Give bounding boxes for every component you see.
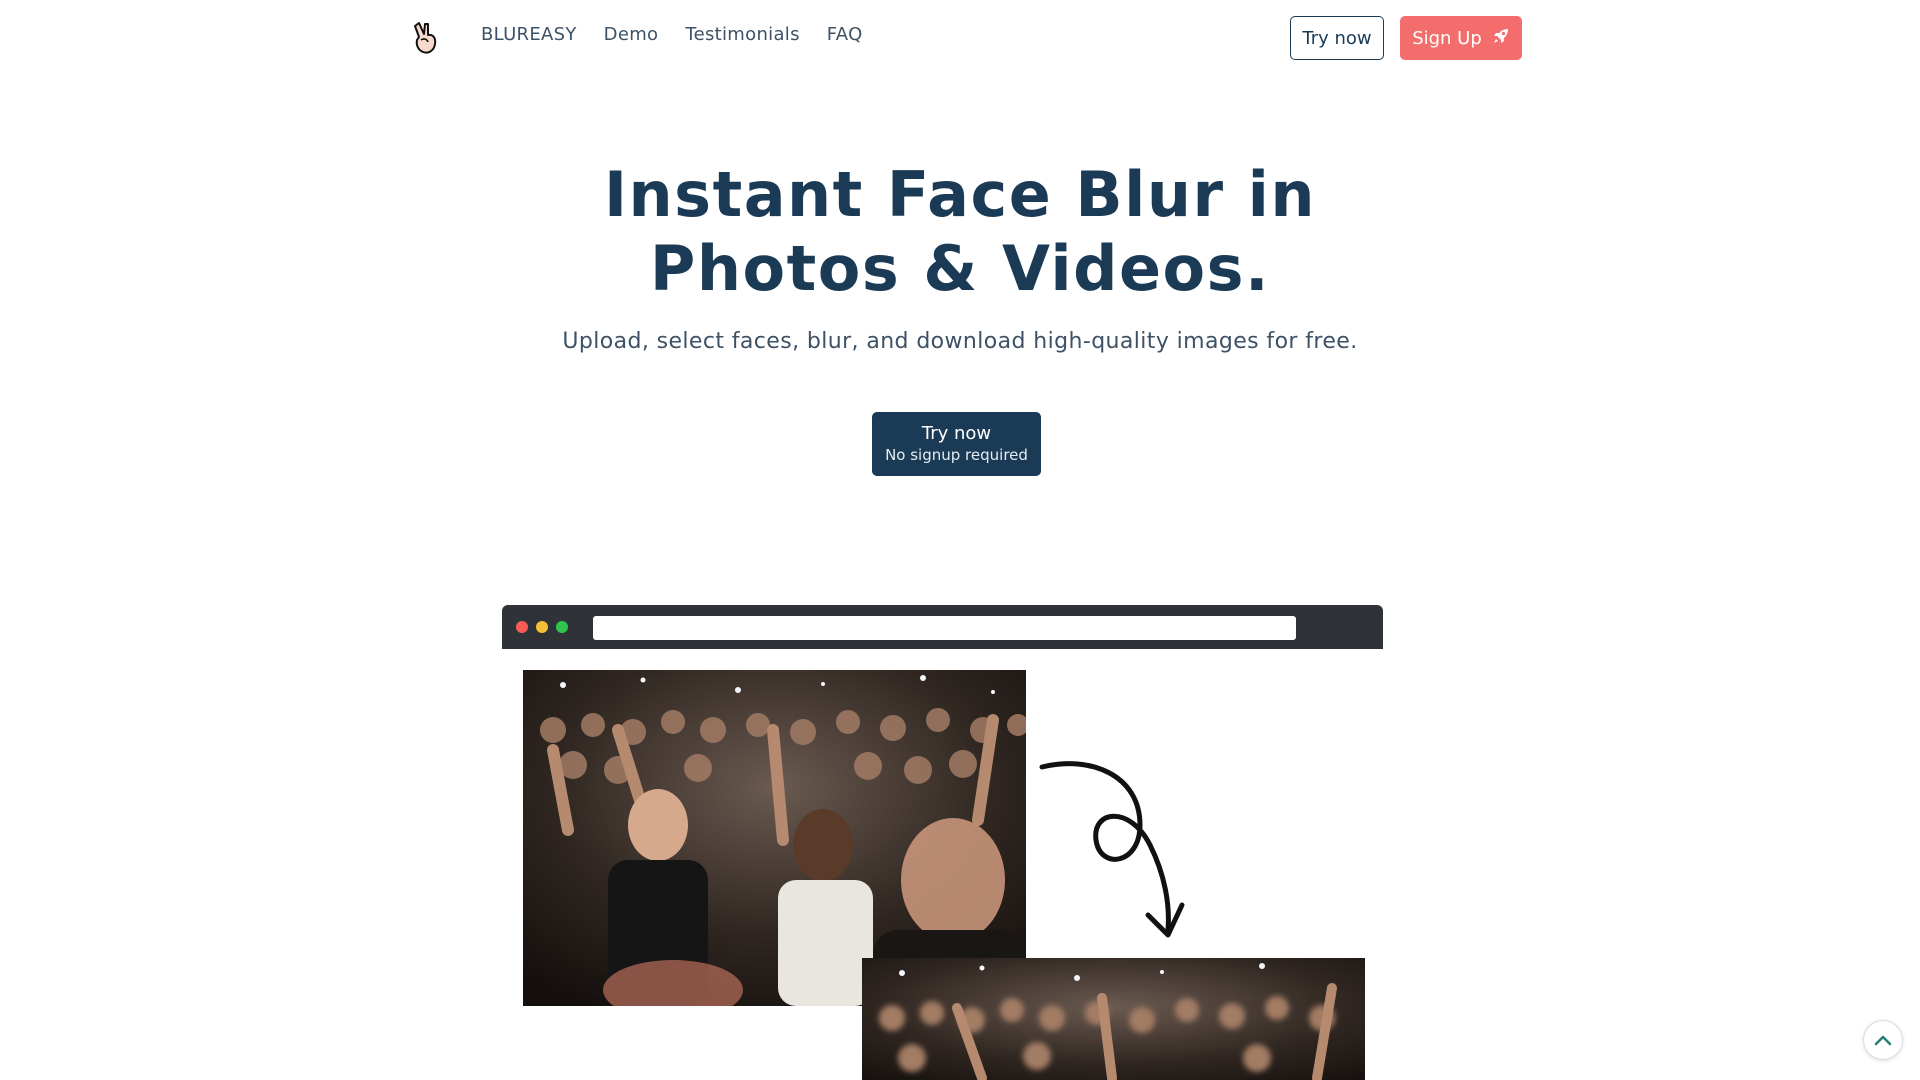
top-navigation: BLUREASY Demo Testimonials FAQ Try now S… <box>0 0 1920 74</box>
try-now-nav-label: Try now <box>1302 27 1372 49</box>
try-now-hero-button[interactable]: Try now No signup required <box>872 412 1041 476</box>
curly-arrow-icon <box>1030 755 1190 945</box>
browser-window-bar <box>502 605 1383 649</box>
hero-title-line2: Photos & Videos. <box>649 232 1271 305</box>
page: BLUREASY Demo Testimonials FAQ Try now S… <box>0 0 1920 1080</box>
maximize-dot-icon <box>556 621 568 633</box>
peace-hand-icon[interactable] <box>411 20 443 56</box>
try-now-nav-button[interactable]: Try now <box>1290 16 1384 60</box>
browser-address-bar <box>593 616 1296 640</box>
minimize-dot-icon <box>536 621 548 633</box>
sign-up-label: Sign Up <box>1412 27 1482 49</box>
nav-link-demo[interactable]: Demo <box>604 24 659 45</box>
hero-subtitle: Upload, select faces, blur, and download… <box>562 329 1358 354</box>
hero-title-line1: Instant Face Blur in <box>603 158 1317 231</box>
nav-links: BLUREASY Demo Testimonials FAQ <box>481 24 863 45</box>
crowd-photo-blurred <box>862 958 1365 1080</box>
chevron-up-icon <box>1874 1031 1892 1050</box>
hero-title: Instant Face Blur in Photos & Videos. <box>560 158 1360 306</box>
nav-link-faq[interactable]: FAQ <box>827 24 863 45</box>
crowd-photo-original <box>523 670 1026 1006</box>
sign-up-button[interactable]: Sign Up <box>1400 16 1522 60</box>
hero-cta-label: Try now <box>921 423 992 444</box>
nav-link-blureasy[interactable]: BLUREASY <box>481 24 577 45</box>
nav-link-testimonials[interactable]: Testimonials <box>685 24 799 45</box>
hero-cta-sublabel: No signup required <box>885 446 1028 464</box>
close-dot-icon <box>516 621 528 633</box>
rocket-icon <box>1492 27 1510 50</box>
scroll-to-top-button[interactable] <box>1863 1020 1903 1060</box>
